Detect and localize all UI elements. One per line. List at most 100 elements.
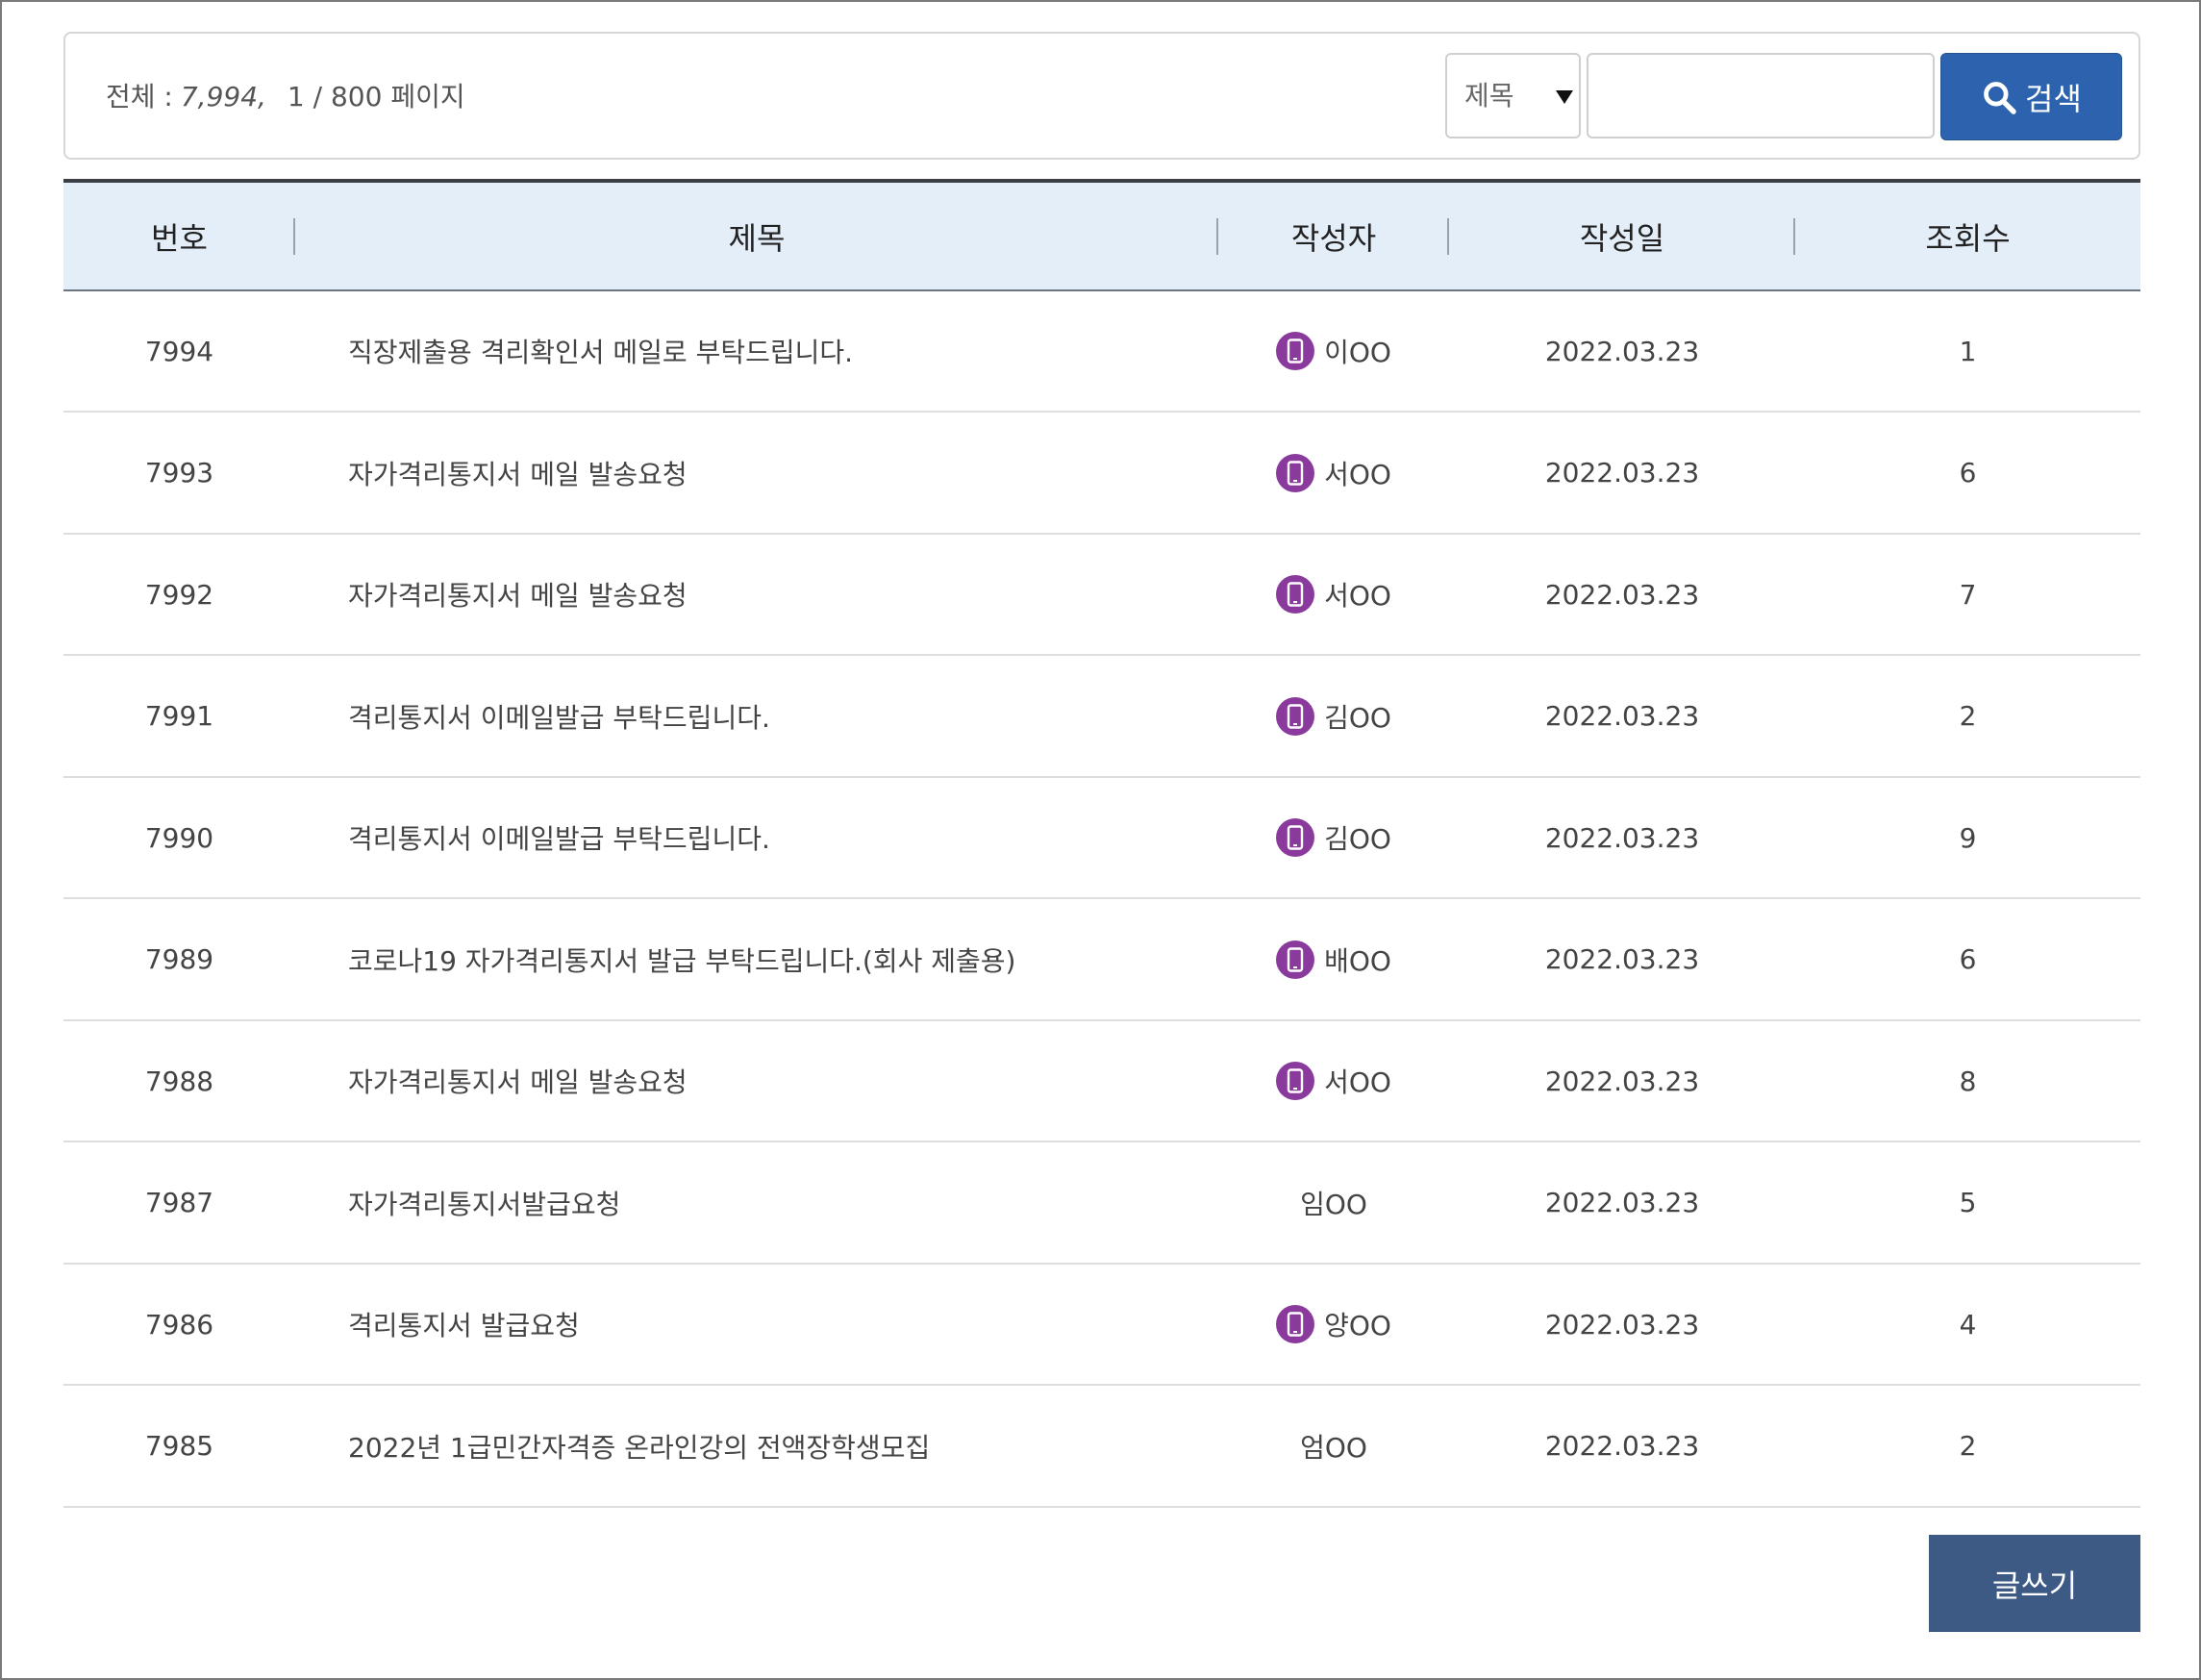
author-wrap: 엄OO <box>1300 1427 1367 1466</box>
post-views: 1 <box>1959 335 1977 367</box>
post-views: 7 <box>1959 578 1977 611</box>
post-title-link[interactable]: 격리통지서 발급요청 <box>295 1264 1218 1385</box>
post-author: 양OO <box>1218 1264 1449 1385</box>
post-date: 2022.03.23 <box>1544 578 1700 611</box>
post-views: 2 <box>1959 700 1977 732</box>
table-row[interactable]: 7985 2022년 1급민간자격증 온라인강의 전액장학생모집 엄OO 2022.0… <box>63 1385 2140 1507</box>
author-wrap: 양OO <box>1276 1305 1391 1343</box>
author-name: 이OO <box>1324 337 1391 368</box>
post-date: 2022.03.23 <box>1544 1065 1700 1097</box>
post-title-link[interactable]: 자가격리통지서 메일 발송요청 <box>295 534 1218 655</box>
post-author: 엄OO <box>1218 1385 1449 1507</box>
author-wrap: 서OO <box>1276 453 1391 492</box>
post-views: 6 <box>1959 457 1977 489</box>
post-number: 7990 <box>144 821 214 854</box>
caret-down-icon <box>1556 90 1573 104</box>
post-author: 서OO <box>1218 1020 1449 1141</box>
magnifier-icon <box>1984 81 2016 114</box>
post-date: 2022.03.23 <box>1544 821 1700 854</box>
post-title-link[interactable]: 코로나19 자가격리통지서 발급 부탁드립니다.(회사 제출용) <box>295 898 1218 1020</box>
total-label: 전체 : <box>106 81 173 113</box>
mobile-phone-icon <box>1276 696 1315 736</box>
post-title-link[interactable]: 격리통지서 이메일발급 부탁드립니다. <box>295 655 1218 777</box>
mobile-phone-icon <box>1276 940 1315 979</box>
post-date: 2022.03.23 <box>1544 335 1700 367</box>
table-row[interactable]: 7992 자가격리통지서 메일 발송요청 서OO 2022.03.23 7 <box>63 534 2140 655</box>
table-row[interactable]: 7994 직장제출용 격리확인서 메일로 부탁드립니다. 이OO 2022.03.23… <box>63 290 2140 412</box>
search-button-label: 검색 <box>2025 80 2082 117</box>
table-row[interactable]: 7991 격리통지서 이메일발급 부탁드립니다. 김OO 2022.03.23 2 <box>63 655 2140 777</box>
table-row[interactable]: 7988 자가격리통지서 메일 발송요청 서OO 2022.03.23 8 <box>63 1020 2140 1141</box>
table-row[interactable]: 7989 코로나19 자가격리통지서 발급 부탁드립니다.(회사 제출용) 배OO 2… <box>63 898 2140 1020</box>
post-number: 7991 <box>144 700 214 732</box>
mobile-phone-icon <box>1276 453 1315 492</box>
author-name: 서OO <box>1324 1066 1391 1098</box>
post-number: 7987 <box>144 1187 214 1218</box>
search-input[interactable] <box>1587 53 1935 138</box>
post-author: 서OO <box>1218 412 1449 534</box>
author-name: 배OO <box>1324 944 1391 977</box>
post-author: 서OO <box>1218 534 1449 655</box>
total-count: 7,994, <box>180 81 266 113</box>
post-date: 2022.03.23 <box>1544 1308 1700 1341</box>
post-title-link[interactable]: 자가격리통지서 메일 발송요청 <box>295 412 1218 534</box>
mobile-phone-icon <box>1276 332 1315 370</box>
post-author: 배OO <box>1218 898 1449 1020</box>
post-date: 2022.03.23 <box>1544 943 1700 975</box>
post-views: 6 <box>1959 943 1977 975</box>
table-header-row: 번호 제목 작성자 작성일 조회수 <box>63 181 2140 290</box>
post-title-link[interactable]: 직장제출용 격리확인서 메일로 부탁드립니다. <box>295 290 1218 412</box>
post-number: 7992 <box>144 578 214 611</box>
author-wrap: 김OO <box>1276 696 1391 736</box>
post-author: 김OO <box>1218 777 1449 898</box>
mobile-phone-icon <box>1276 818 1315 857</box>
mobile-phone-icon <box>1276 575 1315 614</box>
post-date: 2022.03.23 <box>1544 700 1700 732</box>
author-name: 양OO <box>1324 1310 1391 1341</box>
author-name: 김OO <box>1324 823 1391 855</box>
post-views: 5 <box>1959 1187 1977 1218</box>
post-number: 7988 <box>144 1065 214 1097</box>
author-name: 김OO <box>1324 701 1391 734</box>
author-wrap: 이OO <box>1276 332 1391 370</box>
post-author: 이OO <box>1218 290 1449 412</box>
post-date: 2022.03.23 <box>1544 1430 1700 1462</box>
post-number: 7985 <box>144 1430 214 1462</box>
post-title-link[interactable]: 2022년 1급민간자격증 온라인강의 전액장학생모집 <box>295 1385 1218 1507</box>
post-title-link[interactable]: 자가격리통지서 메일 발송요청 <box>295 1020 1218 1141</box>
post-title-link[interactable]: 격리통지서 이메일발급 부탁드립니다. <box>295 777 1218 898</box>
table-row[interactable]: 7993 자가격리통지서 메일 발송요청 서OO 2022.03.23 6 <box>63 412 2140 534</box>
post-author: 김OO <box>1218 655 1449 777</box>
col-header-title: 제목 <box>295 181 1218 290</box>
post-number: 7989 <box>144 943 214 975</box>
table-row[interactable]: 7986 격리통지서 발급요청 양OO 2022.03.23 4 <box>63 1264 2140 1385</box>
post-number: 7993 <box>144 457 214 489</box>
post-title-link[interactable]: 자가격리통지서발급요청 <box>295 1141 1218 1264</box>
post-count-summary: 전체 :7,994, 1 / 800 페이지 <box>106 76 465 118</box>
search-field-select[interactable]: 제목 <box>1445 53 1581 138</box>
author-wrap: 서OO <box>1276 575 1391 614</box>
post-number: 7994 <box>144 335 214 367</box>
post-number: 7986 <box>144 1308 214 1341</box>
author-name: 임OO <box>1300 1188 1367 1220</box>
col-header-date: 작성일 <box>1449 181 1795 290</box>
post-views: 4 <box>1959 1308 1977 1341</box>
write-button[interactable]: 글쓰기 <box>1929 1535 2140 1632</box>
table-row[interactable]: 7987 자가격리통지서발급요청 임OO 2022.03.23 5 <box>63 1141 2140 1264</box>
table-row[interactable]: 7990 격리통지서 이메일발급 부탁드립니다. 김OO 2022.03.23 9 <box>63 777 2140 898</box>
post-author: 임OO <box>1218 1141 1449 1264</box>
search-button[interactable]: 검색 <box>1940 53 2122 140</box>
board-body: 7994 직장제출용 격리확인서 메일로 부탁드립니다. 이OO 2022.03.23… <box>63 290 2140 1507</box>
author-name: 엄OO <box>1300 1431 1367 1464</box>
post-views: 8 <box>1959 1065 1977 1097</box>
post-views: 9 <box>1959 821 1977 854</box>
author-wrap: 임OO <box>1300 1184 1367 1222</box>
mobile-phone-icon <box>1276 1305 1315 1343</box>
col-header-number: 번호 <box>63 181 295 290</box>
page-info: 1 / 800 페이지 <box>287 81 465 113</box>
author-name: 서OO <box>1324 458 1391 490</box>
post-date: 2022.03.23 <box>1544 1187 1700 1218</box>
col-header-author: 작성자 <box>1218 181 1449 290</box>
search-field-selected: 제목 <box>1464 80 1514 112</box>
page-frame: 전체 :7,994, 1 / 800 페이지 제목 검색 번호 제목 작성자 작… <box>0 0 2201 1680</box>
